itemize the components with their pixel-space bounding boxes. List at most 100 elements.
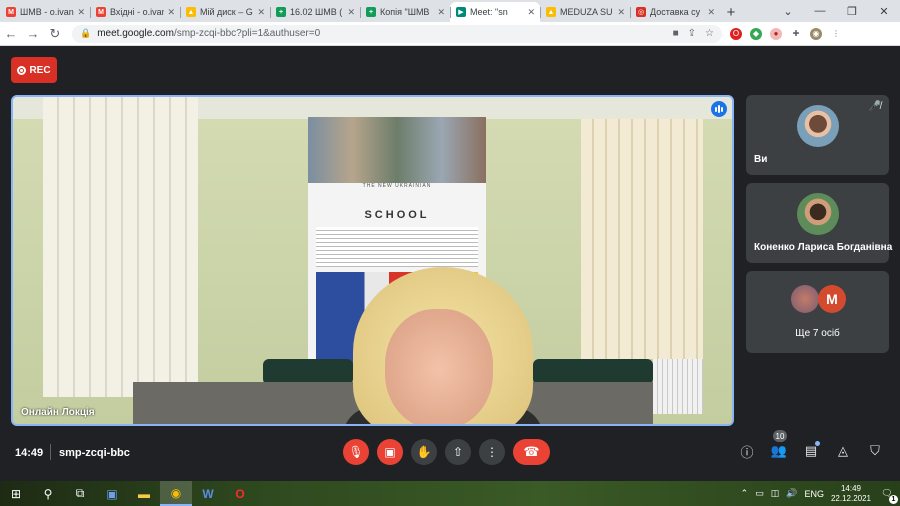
taskbar-app-explorer[interactable]: ▬: [128, 481, 160, 506]
extensions-puzzle-icon[interactable]: ✚: [790, 28, 802, 40]
hang-up-icon: ☎: [523, 444, 540, 459]
more-participants-tile[interactable]: M Ще 7 осіб: [746, 271, 889, 353]
system-tray: ⌃ ▭ ◫ 🔊 ENG 14:49 22.12.2021 🗨 1: [741, 484, 900, 504]
meeting-clock: 14:49: [15, 447, 44, 459]
action-center-button[interactable]: 🗨 1: [878, 485, 898, 504]
reload-button[interactable]: ↻: [44, 23, 66, 45]
tab-close-icon[interactable]: ✕: [77, 7, 85, 18]
windows-logo-icon: ⊞: [10, 486, 22, 501]
sheets-icon: +: [276, 7, 286, 17]
battery-icon[interactable]: ▭: [755, 488, 764, 499]
tab-close-icon[interactable]: ✕: [347, 7, 355, 18]
window-list-icon[interactable]: ⌄: [772, 0, 804, 22]
taskbar-app-chrome[interactable]: ◉: [160, 481, 192, 506]
chat-button[interactable]: ▤: [801, 441, 821, 461]
menu-kebab-icon[interactable]: ⋮: [830, 28, 842, 40]
extension-icon[interactable]: ●: [770, 27, 782, 40]
meet-icon: ▶: [456, 7, 466, 17]
main-video-tile[interactable]: THE NEW UKRAINIAN SCHOOL Онлайн Локція: [11, 95, 734, 426]
camera-in-use-icon[interactable]: ■: [673, 28, 679, 39]
tray-overflow-icon[interactable]: ⌃: [741, 488, 749, 499]
drive-icon: ▲: [546, 7, 556, 17]
present-screen-button[interactable]: ⇧: [445, 439, 471, 465]
url-path: /smp-zcqi-bbc?pli=1&authuser=0: [173, 28, 321, 39]
mic-toggle-button[interactable]: 🎙: [343, 439, 369, 465]
sheets-icon: +: [366, 7, 376, 17]
extensions-area: O ◆ ● ✚ ◉ ⋮: [730, 27, 842, 40]
restore-button[interactable]: ❐: [836, 0, 868, 22]
participant-tile-self[interactable]: 🎤̸ Ви: [746, 95, 889, 175]
task-view-icon: ⧉: [75, 486, 85, 500]
tray-date: 22.12.2021: [830, 493, 871, 503]
avatar: [791, 285, 819, 313]
close-window-button[interactable]: ✕: [868, 0, 900, 22]
gmail-icon: M: [96, 7, 106, 17]
meet-stage: REC THE NEW UKRAINIAN SCHOOL Онлайн Локц…: [0, 47, 900, 481]
bookmark-star-icon[interactable]: ☆: [705, 28, 714, 39]
radiator: [653, 359, 703, 414]
activities-button[interactable]: ◬: [833, 441, 853, 461]
mic-off-icon: 🎤̸: [868, 101, 881, 112]
browser-tab[interactable]: ▲ MEDUZA SU ✕: [540, 2, 630, 22]
back-button[interactable]: ←: [0, 23, 22, 45]
new-tab-button[interactable]: +: [720, 2, 742, 22]
avatar: [796, 105, 839, 147]
people-icon: 👥: [770, 443, 788, 458]
language-indicator[interactable]: ENG: [804, 489, 824, 499]
volume-icon[interactable]: 🔊: [786, 488, 797, 499]
poster-title: SCHOOL: [364, 209, 430, 221]
search-button[interactable]: ⚲: [32, 481, 64, 506]
hand-icon: ✋: [416, 445, 432, 459]
tab-close-icon[interactable]: ✕: [617, 7, 625, 18]
shield-lock-icon: ⛉: [870, 443, 880, 458]
browser-tab[interactable]: ◎ Доставка су ✕: [630, 2, 720, 22]
minimize-button[interactable]: —: [804, 0, 836, 22]
url-host: meet.google.com: [97, 28, 174, 39]
gmail-icon: M: [6, 7, 16, 17]
tab-close-icon[interactable]: ✕: [707, 7, 715, 18]
window-controls: ⌄ — ❐ ✕: [772, 0, 900, 22]
people-button[interactable]: 👥 10: [769, 430, 789, 461]
notification-count: 1: [889, 494, 898, 504]
leave-call-button[interactable]: ☎: [513, 439, 550, 465]
task-view-button[interactable]: ⧉: [64, 481, 96, 506]
host-controls-button[interactable]: ⛉: [865, 441, 885, 461]
tab-close-icon[interactable]: ✕: [527, 7, 535, 18]
network-icon[interactable]: ◫: [771, 488, 780, 499]
taskbar-app-save[interactable]: ▣: [96, 481, 128, 506]
windows-taskbar: ⊞ ⚲ ⧉ ▣ ▬ ◉ W O ⌃ ▭ ◫ 🔊 ENG 14:49 22.12.…: [0, 481, 900, 506]
camera-toggle-button[interactable]: ▣: [377, 439, 403, 465]
tray-clock[interactable]: 14:49 22.12.2021: [831, 484, 871, 504]
shield-extension-icon[interactable]: ◆: [750, 27, 762, 40]
tab-title: 16.02 ШМВ (: [290, 7, 343, 17]
tab-title: Доставка су: [650, 7, 701, 17]
browser-tab[interactable]: M Вхідні - o.ivan ✕: [90, 2, 180, 22]
share-icon[interactable]: ⇪: [688, 28, 696, 39]
taskbar-app-opera[interactable]: O: [224, 481, 256, 506]
browser-tab[interactable]: ▲ Мій диск – G ✕: [180, 2, 270, 22]
kebab-icon: ⋮: [486, 445, 498, 459]
forward-button[interactable]: →: [22, 23, 44, 45]
browser-tab[interactable]: + Копія "ШМВ ✕: [360, 2, 450, 22]
taskbar-app-word[interactable]: W: [192, 481, 224, 506]
profile-avatar[interactable]: ◉: [810, 27, 822, 40]
participant-count-badge: 10: [773, 430, 787, 442]
opera-extension-icon[interactable]: O: [730, 27, 742, 40]
recording-indicator[interactable]: REC: [11, 57, 57, 83]
browser-tab[interactable]: +16.02 ШМВ ( ✕: [270, 2, 360, 22]
browser-tab[interactable]: ▶ Meet: "sn ✕: [450, 2, 540, 22]
participant-tile[interactable]: Коненко Лариса Богданівна: [746, 183, 892, 263]
lock-icon: 🔒: [80, 28, 92, 38]
tab-close-icon[interactable]: ✕: [167, 7, 175, 18]
meeting-details-button[interactable]: ⓘ: [737, 441, 757, 461]
address-bar[interactable]: 🔒 meet.google.com/smp-zcqi-bbc?pli=1&aut…: [72, 24, 722, 43]
more-options-button[interactable]: ⋮: [479, 439, 505, 465]
raise-hand-button[interactable]: ✋: [411, 439, 437, 465]
start-button[interactable]: ⊞: [0, 481, 32, 506]
browser-tab[interactable]: M ШМВ - o.ivan ✕: [0, 2, 90, 22]
opera-icon: O: [235, 486, 245, 501]
tab-close-icon[interactable]: ✕: [437, 7, 445, 18]
tab-close-icon[interactable]: ✕: [257, 7, 265, 18]
unread-dot: [815, 441, 820, 446]
chrome-icon: ◉: [170, 485, 182, 500]
